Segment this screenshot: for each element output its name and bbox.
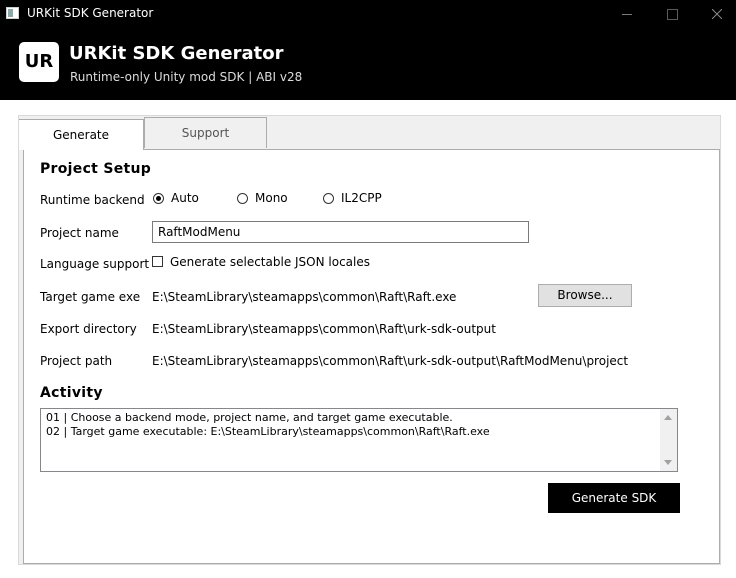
radio-il2cpp-label: IL2CPP (341, 191, 382, 205)
radio-mono-indicator (237, 193, 248, 204)
radio-auto-label: Auto (171, 191, 199, 205)
app-logo: UR (19, 42, 59, 82)
project-name-label: Project name (40, 226, 119, 240)
tab-support[interactable]: Support (144, 117, 267, 148)
title-bar: URKit SDK Generator (0, 0, 736, 28)
activity-log[interactable]: 01 | Choose a backend mode, project name… (40, 408, 678, 472)
project-path-value: E:\SteamLibrary\steamapps\common\Raft\ur… (152, 354, 629, 368)
activity-heading: Activity (40, 385, 103, 401)
log-line: 01 | Choose a backend mode, project name… (46, 411, 453, 424)
radio-auto-indicator (153, 193, 164, 204)
close-button[interactable] (694, 0, 736, 28)
export-directory-label: Export directory (40, 322, 137, 336)
runtime-backend-label: Runtime backend (40, 193, 145, 207)
scroll-down-icon[interactable] (664, 460, 672, 465)
target-game-exe-value: E:\SteamLibrary\steamapps\common\Raft\Ra… (152, 290, 457, 304)
app-title: URKit SDK Generator (69, 43, 284, 64)
app-subtitle: Runtime-only Unity mod SDK | ABI v28 (70, 70, 303, 84)
app-header: UR URKit SDK Generator Runtime-only Unit… (0, 28, 736, 100)
scroll-up-icon[interactable] (664, 415, 672, 420)
language-support-label: Language support (40, 257, 150, 271)
maximize-button[interactable] (649, 0, 695, 28)
json-locales-label: Generate selectable JSON locales (170, 255, 371, 269)
project-path-label: Project path (40, 354, 113, 368)
tab-generate[interactable]: Generate (19, 119, 144, 150)
window-title: URKit SDK Generator (27, 6, 154, 20)
target-game-exe-label: Target game exe (40, 290, 141, 304)
log-line: 02 | Target game executable: E:\SteamLib… (46, 425, 490, 438)
project-name-input[interactable] (152, 221, 529, 243)
log-scrollbar[interactable] (660, 409, 677, 471)
browse-button[interactable]: Browse... (538, 284, 632, 307)
radio-mono-label: Mono (255, 191, 288, 205)
tab-generate-label: Generate (52, 128, 110, 142)
radio-il2cpp-indicator (323, 193, 334, 204)
generate-sdk-button[interactable]: Generate SDK (548, 483, 680, 513)
tab-control: Project Setup Runtime backend Auto Mono … (18, 115, 721, 565)
close-icon (712, 9, 722, 19)
tab-support-label: Support (181, 126, 230, 140)
project-setup-heading: Project Setup (40, 161, 152, 177)
minimize-button[interactable] (604, 0, 650, 28)
app-icon (6, 7, 19, 19)
export-directory-value: E:\SteamLibrary\steamapps\common\Raft\ur… (152, 322, 496, 336)
checkbox-box (152, 256, 163, 267)
generate-panel: Project Setup Runtime backend Auto Mono … (23, 149, 720, 564)
